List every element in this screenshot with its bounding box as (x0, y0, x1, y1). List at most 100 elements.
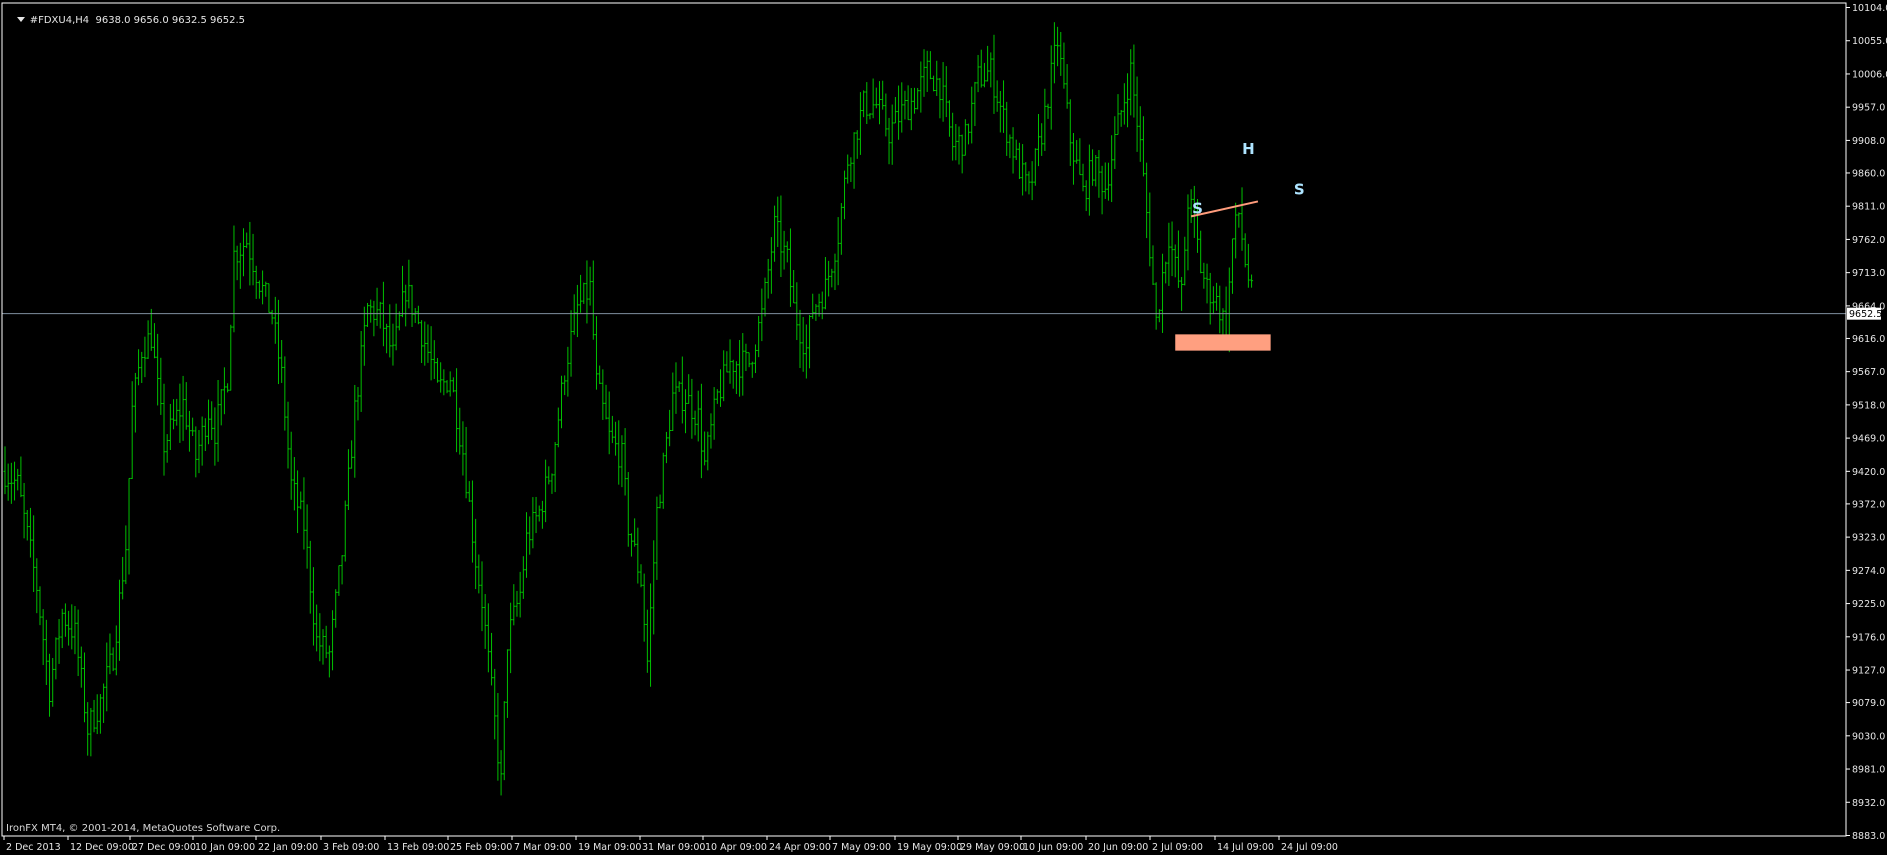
price-bar (1126, 73, 1130, 128)
chart-window[interactable]: S H S 10104.0 10055.0 10006.0 9957.0 9908.0 9… (0, 0, 1887, 855)
price-bar (912, 87, 916, 114)
price-bar (515, 590, 519, 617)
price-bar (25, 509, 29, 541)
price-bar (1094, 154, 1098, 187)
price-bar (117, 579, 121, 661)
price-bar (979, 49, 983, 88)
price-bar (1071, 133, 1075, 185)
price-bar (668, 409, 672, 447)
price-bar (9, 462, 13, 504)
y-tick-label: 10104.0 (1852, 3, 1887, 14)
price-bar (149, 308, 153, 351)
price-bar (283, 356, 287, 431)
price-bar (887, 117, 891, 165)
y-tick-label: 9469.0 (1852, 434, 1885, 445)
price-bar (156, 333, 160, 406)
price-bar (19, 456, 23, 498)
price-bar (731, 359, 735, 389)
price-bar (696, 390, 700, 442)
price-bar (286, 401, 290, 469)
price-bar (98, 694, 102, 734)
price-bar (191, 417, 195, 436)
price-bar (404, 284, 408, 327)
price-bar (60, 608, 64, 649)
price-bar (947, 100, 951, 137)
price-bar (203, 418, 207, 452)
price-bar (439, 362, 443, 393)
price-bar (690, 378, 694, 439)
price-bar (725, 351, 729, 373)
current-price-tag: 9652.5 (1847, 307, 1882, 320)
price-bar (642, 573, 646, 642)
price-bar (1135, 76, 1139, 152)
price-bar (1215, 282, 1219, 311)
price-bar (868, 113, 872, 120)
price-bar (995, 80, 999, 112)
price-bar (1059, 31, 1063, 76)
price-bar (299, 491, 303, 510)
price-bar (48, 653, 52, 717)
price-bar (324, 625, 328, 659)
price-bar (747, 352, 751, 368)
y-tick-label: 9762.0 (1852, 235, 1885, 246)
price-bar (432, 340, 436, 379)
price-bar (318, 613, 322, 662)
price-bar (346, 449, 350, 510)
price-bar (992, 34, 996, 114)
price-bar (442, 369, 446, 396)
price-bar (598, 365, 602, 385)
price-bar (932, 75, 936, 92)
price-bar (63, 603, 67, 637)
support-zone-rectangle[interactable] (1175, 334, 1271, 351)
price-bar (849, 157, 853, 183)
price-bar (909, 88, 913, 131)
y-tick-label: 9518.0 (1852, 400, 1885, 411)
price-bar (28, 507, 32, 558)
price-bar (788, 228, 792, 307)
price-bar (6, 463, 10, 501)
price-bar (973, 81, 977, 127)
price-bar (1100, 165, 1104, 215)
price-bar (614, 421, 618, 456)
price-bar (830, 268, 834, 288)
price-bar (629, 533, 633, 557)
price-bar (518, 571, 522, 618)
price-bar (776, 196, 780, 247)
price-bar (741, 333, 745, 396)
price-bar (1011, 127, 1015, 174)
price-bar (919, 61, 923, 113)
price-bar (684, 389, 688, 434)
price-bar (490, 632, 494, 686)
price-bar (369, 299, 373, 323)
price-bar (238, 242, 242, 289)
price-bar (359, 331, 363, 412)
head-label: H (1242, 140, 1255, 158)
price-bar (423, 321, 427, 366)
price-bar (540, 500, 544, 529)
price-bar (388, 304, 392, 358)
price-bar (458, 407, 462, 455)
price-bar (1091, 149, 1095, 186)
price-bar (525, 512, 529, 578)
price-bar (496, 692, 500, 781)
chart-menu-arrow-icon[interactable] (16, 17, 25, 22)
price-bar (70, 604, 74, 650)
price-bar (1084, 180, 1088, 212)
price-bar (531, 497, 535, 549)
y-tick-label: 9127.0 (1852, 666, 1885, 677)
price-bar (658, 494, 662, 509)
price-bar (967, 123, 971, 145)
price-bar (1103, 162, 1107, 199)
price-bar (963, 119, 967, 156)
price-bar (827, 260, 831, 297)
price-bar (709, 413, 713, 449)
price-chart[interactable]: S H S 10104.0 10055.0 10006.0 9957.0 9908.0 9… (0, 0, 1887, 855)
price-bar (823, 257, 827, 310)
x-tick-label: 24 Jul 09:00 (1281, 842, 1338, 853)
price-bar (108, 633, 112, 675)
price-bar (340, 555, 344, 585)
price-bar (582, 282, 586, 304)
current-price-value: 9652.5 (1849, 309, 1882, 320)
x-tick-label: 22 Jan 09:00 (258, 842, 318, 853)
price-bar (1154, 282, 1158, 330)
